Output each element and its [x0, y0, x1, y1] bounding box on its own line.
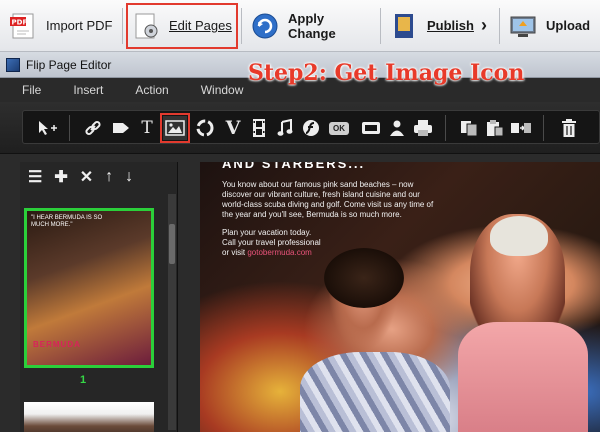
duplicate-tool[interactable]	[509, 116, 533, 140]
user-tool[interactable]	[385, 116, 409, 140]
edit-pages-button[interactable]: Edit Pages	[123, 0, 241, 52]
chevron-right-icon: ›	[481, 15, 487, 35]
apply-change-icon	[250, 11, 280, 41]
import-pdf-label: Import PDF	[46, 18, 113, 33]
thumbnail-brand: BERMUDA	[33, 340, 81, 349]
thumbnail-scrollbar[interactable]	[168, 194, 176, 430]
delete-tool[interactable]	[557, 116, 581, 140]
rotate-tool[interactable]	[193, 116, 217, 140]
scrollbar-thumb[interactable]	[169, 224, 175, 264]
page-thumbnail-pane: ☰ ✚ ✕ ↑ ↓ "I HEAR BERMUDA IS SO MUCH MOR…	[20, 162, 178, 432]
photo-man-hair	[490, 216, 548, 256]
youtube-tool[interactable]	[359, 116, 383, 140]
page-headline: AND STARBERS...	[222, 162, 366, 171]
list-icon[interactable]: ☰	[28, 167, 42, 187]
youtube-icon	[362, 122, 380, 134]
movie-tool[interactable]	[247, 116, 271, 140]
step-annotation: Step2: Get Image Icon	[248, 60, 525, 86]
shape-tool[interactable]	[109, 116, 133, 140]
move-down-icon[interactable]: ↓	[125, 168, 133, 186]
main-ribbon: PDF Import PDF Edit Pages Apply Change P…	[0, 0, 600, 52]
apply-change-button[interactable]: Apply Change	[242, 0, 380, 52]
paste-tool[interactable]	[483, 116, 507, 140]
print-tool[interactable]	[411, 116, 435, 140]
menu-file[interactable]: File	[22, 83, 41, 97]
toolbar-divider	[543, 115, 544, 141]
link-tool[interactable]	[81, 116, 105, 140]
photo-man-shirt	[458, 322, 588, 432]
text-tool-glyph: T	[141, 118, 153, 138]
publish-label: Publish	[427, 18, 474, 33]
editor-toolbar: T V OK	[0, 102, 600, 154]
select-arrow-icon	[39, 121, 57, 135]
upload-label: Upload	[546, 18, 591, 33]
flash-tool[interactable]	[299, 116, 323, 140]
edit-pages-label: Edit Pages	[169, 18, 232, 33]
publish-icon	[389, 11, 419, 41]
flash-icon	[303, 120, 319, 136]
image-tool[interactable]	[160, 113, 190, 143]
upload-button[interactable]: Upload	[500, 0, 600, 52]
image-icon	[165, 120, 185, 136]
printer-icon	[414, 120, 432, 136]
upload-icon	[508, 11, 538, 41]
page-thumbnail-2[interactable]	[24, 402, 154, 432]
video-tool[interactable]: V	[221, 116, 245, 140]
page-number-label: 1	[80, 374, 87, 386]
page-call-to-action: Plan your vacation today. Call your trav…	[222, 228, 442, 258]
menu-insert[interactable]: Insert	[73, 83, 103, 97]
publish-button[interactable]: Publish	[381, 0, 477, 52]
film-strip-icon	[253, 119, 265, 137]
app-icon	[6, 57, 20, 72]
flip-page-editor-window: Flip Page Editor File Insert Action Wind…	[0, 52, 600, 432]
apply-change-label: Apply Change	[288, 10, 336, 41]
cta-url: gotobermuda.com	[247, 248, 312, 257]
edit-pages-icon	[131, 11, 161, 41]
rotate-icon	[196, 119, 214, 137]
delete-page-icon[interactable]: ✕	[80, 167, 93, 187]
add-page-icon[interactable]: ✚	[54, 167, 67, 187]
shape-icon	[113, 123, 129, 133]
menu-window[interactable]: Window	[201, 83, 244, 97]
text-tool[interactable]: T	[135, 116, 159, 140]
page-body-copy: You know about our famous pink sand beac…	[222, 180, 434, 219]
cta-line-2: Call your travel professional	[222, 238, 321, 247]
video-v-icon: V	[225, 117, 241, 139]
cta-line-1: Plan your vacation today.	[222, 228, 312, 237]
svg-text:PDF: PDF	[12, 18, 28, 26]
import-pdf-button[interactable]: PDF Import PDF	[0, 0, 122, 52]
trash-icon	[562, 119, 576, 137]
link-icon	[85, 120, 101, 136]
audio-tool[interactable]	[273, 116, 297, 140]
pdf-icon: PDF	[8, 11, 38, 41]
thumbnail-caption: "I HEAR BERMUDA IS SO MUCH MORE."	[31, 215, 103, 228]
music-note-icon	[277, 119, 293, 136]
duplicate-icon	[511, 123, 531, 133]
thumbnail-toolbar: ☰ ✚ ✕ ↑ ↓	[20, 162, 178, 192]
cta-line-3: or visit gotobermuda.com	[222, 248, 442, 258]
ribbon-next-button[interactable]: ›	[477, 0, 499, 52]
page-thumbnail-1[interactable]: "I HEAR BERMUDA IS SO MUCH MORE." BERMUD…	[24, 208, 154, 368]
menu-action[interactable]: Action	[135, 83, 168, 97]
cta-prefix: or visit	[222, 248, 248, 257]
copy-tool[interactable]	[457, 116, 481, 140]
toolbar-strip: T V OK	[22, 110, 600, 144]
paste-icon	[487, 120, 504, 137]
person-icon	[390, 120, 404, 136]
window-title: Flip Page Editor	[26, 57, 112, 72]
select-move-tool[interactable]	[35, 116, 59, 140]
ok-button-icon: OK	[329, 121, 349, 135]
toolbar-divider	[445, 115, 446, 141]
photo-woman-hair	[324, 248, 404, 308]
screen: PDF Import PDF Edit Pages Apply Change P…	[0, 0, 600, 432]
move-up-icon[interactable]: ↑	[105, 168, 113, 186]
button-tool[interactable]: OK	[325, 116, 353, 140]
toolbar-divider	[69, 115, 70, 141]
page-canvas[interactable]: AND STARBERS... You know about our famou…	[200, 162, 600, 432]
copy-icon	[461, 121, 478, 137]
photo-woman-dress	[300, 352, 450, 432]
